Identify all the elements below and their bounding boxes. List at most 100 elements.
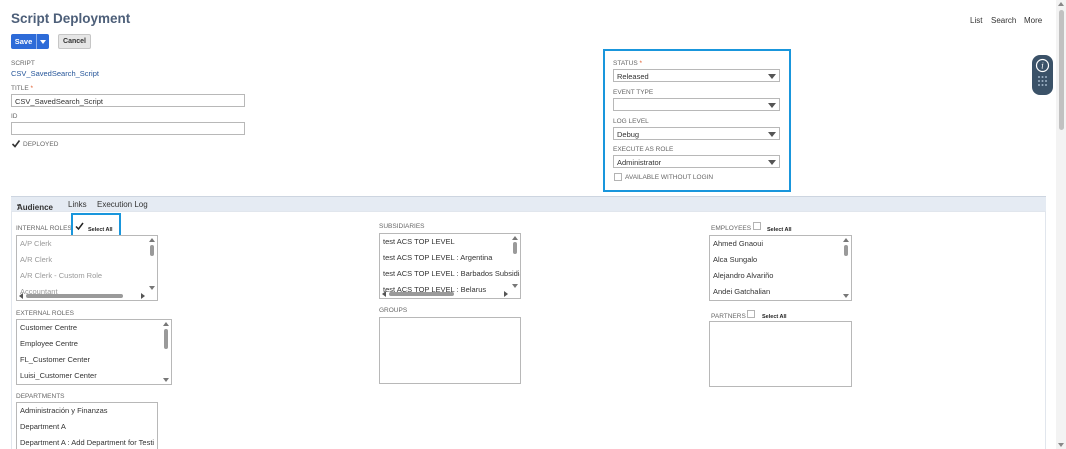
- save-button[interactable]: Save: [11, 34, 49, 49]
- departments-label: DEPARTMENTS: [16, 393, 65, 400]
- listbox-vertical-scrollbar[interactable]: [147, 236, 157, 292]
- list-item[interactable]: test ACS TOP LEVEL : Barbados Subsidia: [383, 269, 520, 278]
- cancel-button[interactable]: Cancel: [58, 34, 91, 49]
- list-item[interactable]: Luisi_Customer Center: [20, 371, 97, 380]
- deployed-checkbox[interactable]: [11, 139, 21, 149]
- scroll-up-arrow-icon[interactable]: [512, 236, 518, 240]
- id-label: ID: [11, 113, 18, 120]
- list-item[interactable]: Ahmed Gnaoui: [713, 239, 763, 248]
- status-select[interactable]: Released: [613, 69, 780, 82]
- scroll-right-arrow-icon[interactable]: [141, 293, 145, 299]
- scroll-down-arrow-icon[interactable]: [843, 294, 849, 298]
- execute-as-role-value: Administrator: [617, 158, 662, 167]
- groups-listbox[interactable]: [379, 317, 521, 384]
- list-item[interactable]: Department A : Add Department for Testi: [20, 438, 154, 447]
- script-link[interactable]: CSV_SavedSearch_Script: [11, 69, 99, 78]
- list-item[interactable]: Andei Gatchalian: [713, 287, 770, 296]
- help-widget[interactable]: i: [1032, 55, 1053, 95]
- partners-select-all-checkbox[interactable]: [747, 310, 755, 318]
- scroll-up-arrow-icon[interactable]: [843, 238, 849, 242]
- status-value: Released: [617, 72, 649, 81]
- scroll-up-arrow-icon[interactable]: [149, 238, 155, 242]
- id-input[interactable]: [11, 122, 245, 135]
- list-item[interactable]: Administración y Finanzas: [20, 406, 108, 415]
- scroll-down-arrow-icon[interactable]: [163, 378, 169, 382]
- page-scrollbar[interactable]: [1056, 0, 1066, 449]
- page-scrollbar-thumb[interactable]: [1059, 10, 1064, 130]
- listbox-horizontal-scrollbar[interactable]: [17, 292, 147, 300]
- scrollbar-thumb[interactable]: [26, 294, 123, 298]
- list-item[interactable]: A/P Clerk: [20, 239, 52, 248]
- execute-as-role-label: EXECUTE AS ROLE: [613, 146, 674, 153]
- partners-listbox[interactable]: [709, 321, 852, 387]
- scroll-left-arrow-icon[interactable]: [19, 293, 23, 299]
- employees-listbox[interactable]: Ahmed Gnaoui Alca Sungalo Alejandro Alva…: [709, 235, 852, 301]
- scrollbar-thumb[interactable]: [150, 245, 154, 256]
- execute-as-role-select[interactable]: Administrator: [613, 155, 780, 168]
- nav-more-link[interactable]: More: [1024, 16, 1042, 25]
- dropdown-arrow-icon: [768, 103, 776, 108]
- scrollbar-thumb[interactable]: [513, 242, 517, 254]
- event-type-label: EVENT TYPE: [613, 89, 654, 96]
- external-roles-label: EXTERNAL ROLES: [16, 310, 74, 317]
- script-label: SCRIPT: [11, 60, 35, 67]
- subsidiaries-label: SUBSIDIARIES: [379, 223, 425, 230]
- scrollbar-thumb[interactable]: [164, 329, 168, 349]
- log-level-value: Debug: [617, 130, 640, 139]
- dropdown-arrow-icon: [768, 160, 776, 165]
- subsidiaries-listbox[interactable]: test ACS TOP LEVEL test ACS TOP LEVEL : …: [379, 233, 521, 299]
- internal-roles-select-all-checkbox[interactable]: [75, 222, 84, 231]
- partners-label: PARTNERS: [711, 313, 746, 320]
- list-item[interactable]: Department A: [20, 422, 66, 431]
- list-item[interactable]: test ACS TOP LEVEL: [383, 237, 455, 246]
- nav-list-link[interactable]: List: [970, 16, 982, 25]
- list-item[interactable]: Alca Sungalo: [713, 255, 757, 264]
- nav-search-link[interactable]: Search: [991, 16, 1016, 25]
- employees-select-all-checkbox[interactable]: [753, 222, 761, 230]
- log-level-select[interactable]: Debug: [613, 127, 780, 140]
- scroll-down-arrow-icon[interactable]: [1058, 443, 1064, 447]
- page-title: Script Deployment: [11, 11, 131, 26]
- list-item[interactable]: Employee Centre: [20, 339, 78, 348]
- list-item[interactable]: test ACS TOP LEVEL : Argentina: [383, 253, 492, 262]
- listbox-vertical-scrollbar[interactable]: [841, 236, 851, 300]
- info-icon: i: [1035, 58, 1050, 86]
- scroll-down-arrow-icon[interactable]: [149, 286, 155, 290]
- event-type-select[interactable]: [613, 98, 780, 111]
- scroll-up-arrow-icon[interactable]: [1058, 2, 1064, 6]
- dropdown-arrow-icon: [768, 132, 776, 137]
- list-item[interactable]: A/R Clerk - Custom Role: [20, 271, 102, 280]
- status-label: STATUS *: [613, 60, 643, 67]
- list-item[interactable]: FL_Customer Center: [20, 355, 90, 364]
- scrollbar-thumb[interactable]: [844, 245, 848, 256]
- listbox-horizontal-scrollbar[interactable]: [380, 290, 510, 298]
- listbox-vertical-scrollbar[interactable]: [510, 234, 520, 290]
- subtab-bar: Audience • Links Execution Log: [11, 196, 1046, 212]
- tab-execution-log[interactable]: Execution Log: [97, 200, 148, 209]
- title-input[interactable]: CSV_SavedSearch_Script: [11, 94, 245, 107]
- internal-roles-listbox[interactable]: A/P Clerk A/R Clerk A/R Clerk - Custom R…: [16, 235, 158, 301]
- list-item[interactable]: Alejandro Alvariño: [713, 271, 773, 280]
- listbox-vertical-scrollbar[interactable]: [161, 320, 171, 384]
- employees-label: EMPLOYEES: [711, 225, 752, 232]
- scroll-up-arrow-icon[interactable]: [163, 322, 169, 326]
- list-item[interactable]: Customer Centre: [20, 323, 77, 332]
- departments-listbox[interactable]: Administración y Finanzas Department A D…: [16, 402, 158, 449]
- groups-label: GROUPS: [379, 307, 408, 314]
- scroll-down-arrow-icon[interactable]: [512, 284, 518, 288]
- list-item[interactable]: A/R Clerk: [20, 255, 52, 264]
- scrollbar-thumb[interactable]: [389, 292, 454, 296]
- available-without-login-checkbox[interactable]: [614, 173, 622, 181]
- employees-select-all-label: Select All: [767, 227, 792, 233]
- scroll-right-arrow-icon[interactable]: [504, 291, 508, 297]
- external-roles-listbox[interactable]: Customer Centre Employee Centre FL_Custo…: [16, 319, 172, 385]
- partners-select-all-label: Select All: [762, 314, 787, 320]
- chevron-down-icon[interactable]: [37, 39, 49, 44]
- scroll-left-arrow-icon[interactable]: [382, 291, 386, 297]
- tab-links[interactable]: Links: [68, 200, 87, 209]
- checkmark-icon: [75, 222, 84, 231]
- dropdown-arrow-icon: [768, 74, 776, 79]
- svg-text:i: i: [1041, 62, 1044, 71]
- deployed-label: DEPLOYED: [23, 141, 59, 148]
- internal-roles-select-all-label: Select All: [88, 227, 113, 233]
